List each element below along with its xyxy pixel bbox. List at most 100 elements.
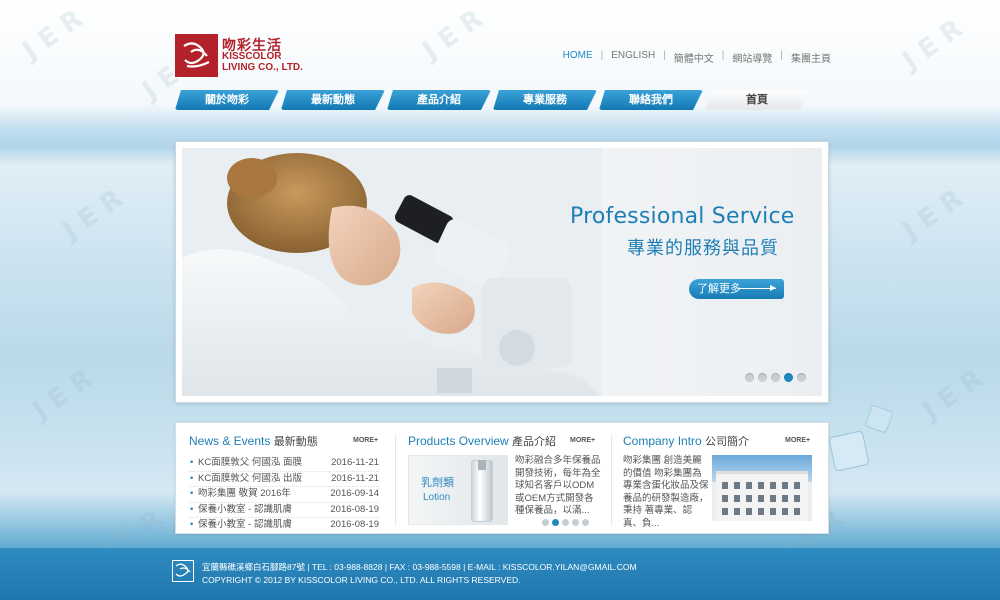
products-title-cn: 產品介紹 — [512, 436, 557, 448]
top-link-group-home[interactable]: 集團主頁 — [791, 50, 831, 65]
building-window — [722, 508, 728, 515]
hero-banner: Professional Service 專業的服務與品質 了解更多 — [175, 141, 829, 403]
slider-dot-5[interactable] — [797, 373, 806, 382]
brand-name: 吻彩生活 KISSCOLOR LIVING CO., LTD. — [222, 36, 303, 74]
news-item-date: 2016-11-21 — [331, 457, 379, 468]
slider-dot-1[interactable] — [745, 373, 754, 382]
banner-title: Professional Service — [570, 204, 795, 229]
news-title-cn: 最新動態 — [273, 436, 318, 448]
product-image-label-en: Lotion — [423, 492, 451, 503]
building-window — [782, 495, 788, 502]
product-dot-1[interactable] — [542, 519, 549, 526]
building-window — [746, 508, 752, 515]
company-description: 吻彩集團 創造美麗的價值 吻彩集團為專業含蛋化妝品及保養品的研發製造廠，秉持 著… — [623, 455, 709, 529]
building-window — [770, 495, 776, 502]
ice-cube-decoration — [829, 405, 893, 471]
brand-logo[interactable]: 吻彩生活 KISSCOLOR LIVING CO., LTD. — [175, 34, 303, 77]
news-list: KC面膜敦父 何國泓 面膜 2016-11-21 KC面膜敦父 何國泓 出版 201… — [189, 456, 379, 534]
building-window — [734, 482, 740, 489]
building-window — [746, 482, 752, 489]
top-link-english[interactable]: ENGLISH — [611, 50, 655, 65]
product-dot-3[interactable] — [562, 519, 569, 526]
separator: | — [721, 50, 725, 61]
news-item-title: KC面膜敦父 何國泓 出版 — [189, 472, 302, 487]
slider-dots — [741, 373, 806, 382]
building-window — [734, 508, 740, 515]
company-title: Company Intro 公司簡介 — [623, 433, 749, 449]
scientist-microscope-image — [182, 148, 602, 396]
company-title-en: Company Intro — [623, 434, 702, 448]
building-window — [782, 482, 788, 489]
main-nav: 關於吻彩 最新動態 產品介紹 專業服務 聯絡我們 首頁 — [175, 90, 811, 110]
product-image[interactable]: 乳劑類 Lotion — [408, 455, 508, 525]
building-window — [794, 495, 800, 502]
info-panels: News & Events 最新動態 MORE+ KC面膜敦父 何國泓 面膜 20… — [175, 422, 829, 534]
products-title-en: Products Overview — [408, 434, 509, 448]
slider-dot-2[interactable] — [758, 373, 767, 382]
watermark-mark: J E R — [57, 183, 129, 247]
building-window — [770, 508, 776, 515]
products-more-link[interactable]: MORE+ — [570, 437, 595, 444]
products-panel: Products Overview 產品介紹 MORE+ 乳劑類 Lotion … — [408, 423, 601, 535]
building-window — [794, 508, 800, 515]
list-item[interactable]: 吻彩集團 敬賀 2016年 2016-09-14 — [189, 487, 379, 503]
top-link-simplified-chinese[interactable]: 簡體中文 — [674, 50, 714, 65]
building-window — [734, 495, 740, 502]
nav-news[interactable]: 最新動態 — [281, 90, 385, 110]
news-item-date: 2016-08-19 — [330, 519, 379, 530]
product-dot-4[interactable] — [572, 519, 579, 526]
footer-logo-icon — [172, 560, 194, 582]
building-window — [794, 482, 800, 489]
divider — [611, 435, 612, 525]
banner-subtitle: 專業的服務與品質 — [627, 238, 779, 258]
top-link-home[interactable]: HOME — [563, 50, 593, 65]
slider-dot-3[interactable] — [771, 373, 780, 382]
product-image-label-cn: 乳劑類 — [421, 477, 454, 489]
building-icon — [716, 471, 808, 521]
product-slider-dots — [542, 519, 592, 526]
list-item[interactable]: 保養小教室 - 認識肌膚 2016-08-19 — [189, 503, 379, 518]
news-item-date: 2016-09-14 — [330, 488, 379, 499]
building-window — [758, 482, 764, 489]
building-window — [770, 482, 776, 489]
products-description: 吻彩融合多年保養品開發技術，每年為全球知名客戶以ODM或OEM方式開發各種保養品… — [515, 455, 601, 516]
footer-contact: 宜蘭縣礁溪鄉白石腳路87號 | TEL : 03-988-8828 | FAX … — [202, 562, 637, 572]
brand-name-cn: 吻彩生活 — [222, 36, 282, 53]
watermark-mark: J E R — [897, 13, 969, 77]
news-item-date: 2016-11-21 — [331, 472, 379, 484]
watermark-mark: J E R — [17, 3, 89, 67]
footer-copyright: COPYRIGHT © 2012 BY KISSCOLOR LIVING CO.… — [202, 575, 521, 585]
watermark-mark: J E R — [917, 363, 989, 427]
brand-name-en-2: LIVING CO., LTD. — [222, 61, 303, 73]
products-title: Products Overview 產品介紹 — [408, 433, 556, 449]
news-item-date: 2016-08-19 — [330, 503, 379, 515]
footer-text: 宜蘭縣礁溪鄉白石腳路87號 | TEL : 03-988-8828 | FAX … — [202, 561, 637, 587]
nav-home[interactable]: 首頁 — [705, 90, 809, 110]
list-item[interactable]: 保養小教室 - 認識肌膚 2016-08-19 — [189, 518, 379, 534]
product-dot-5[interactable] — [582, 519, 589, 526]
news-item-title: 吻彩集團 敬賀 2016年 — [189, 487, 291, 502]
banner-slide: Professional Service 專業的服務與品質 了解更多 — [182, 148, 822, 396]
nav-products[interactable]: 產品介紹 — [387, 90, 491, 110]
arrow-right-icon — [738, 285, 776, 291]
news-title: News & Events 最新動態 — [189, 433, 318, 449]
news-more-link[interactable]: MORE+ — [353, 437, 378, 444]
company-more-link[interactable]: MORE+ — [785, 437, 810, 444]
news-item-title: 保養小教室 - 認識肌膚 — [189, 518, 292, 533]
nav-contact[interactable]: 聯絡我們 — [599, 90, 703, 110]
slider-dot-4[interactable] — [784, 373, 793, 382]
lotion-bottle-icon — [471, 460, 493, 522]
nav-about[interactable]: 關於吻彩 — [175, 90, 279, 110]
company-title-cn: 公司簡介 — [705, 436, 750, 448]
building-window — [722, 482, 728, 489]
list-item[interactable]: KC面膜敦父 何國泓 出版 2016-11-21 — [189, 472, 379, 487]
company-building-image[interactable] — [712, 455, 812, 521]
top-link-sitemap[interactable]: 網站導覽 — [732, 50, 772, 65]
nav-services[interactable]: 專業服務 — [493, 90, 597, 110]
learn-more-button[interactable]: 了解更多 — [689, 279, 784, 299]
building-window — [758, 495, 764, 502]
site-footer: 宜蘭縣礁溪鄉白石腳路87號 | TEL : 03-988-8828 | FAX … — [0, 548, 1000, 600]
building-window — [782, 508, 788, 515]
product-dot-2[interactable] — [552, 519, 559, 526]
list-item[interactable]: KC面膜敦父 何國泓 面膜 2016-11-21 — [189, 456, 379, 472]
